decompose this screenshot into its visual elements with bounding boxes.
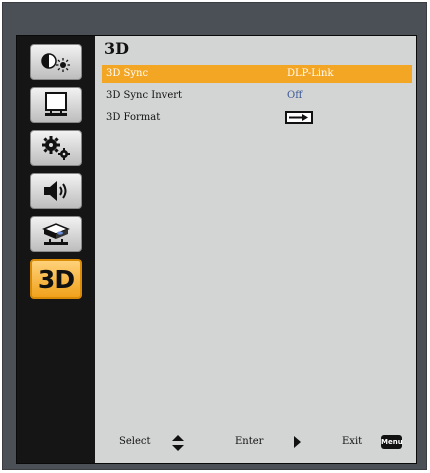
- menu-item-value: DLP-Link: [287, 68, 334, 79]
- tab-3d[interactable]: 3D: [30, 259, 82, 299]
- brightness-icon: [38, 50, 74, 74]
- tab-setup[interactable]: [30, 130, 82, 166]
- enter-hint-label: Enter: [235, 436, 264, 447]
- projector-icon: [40, 220, 72, 248]
- osd-window: 3D 3D 3D Sync DLP-Link 3D Sync Invert Of…: [2, 2, 427, 470]
- display-screen-icon: [41, 91, 71, 119]
- menu-item-3d-sync[interactable]: 3D Sync DLP-Link: [102, 65, 412, 83]
- menu-item-3d-sync-invert[interactable]: 3D Sync Invert Off: [102, 87, 412, 105]
- osd-menu: 3D 3D 3D Sync DLP-Link 3D Sync Invert Of…: [16, 35, 417, 464]
- page-title: 3D: [104, 39, 130, 58]
- tab-audio[interactable]: [30, 173, 82, 209]
- footer-hints: Select Enter Exit Menu: [95, 434, 416, 452]
- menu-item-label: 3D Sync: [106, 68, 149, 79]
- speaker-icon: [40, 178, 72, 204]
- play-arrow-icon: [293, 435, 302, 452]
- select-hint-label: Select: [119, 436, 151, 447]
- sidebar: 3D: [17, 36, 95, 463]
- menu-key-icon: Menu: [381, 435, 403, 449]
- tab-image[interactable]: [30, 44, 82, 80]
- menu-item-label: 3D Format: [106, 112, 161, 123]
- up-down-arrows-icon: [171, 434, 185, 455]
- menu-item-label: 3D Sync Invert: [106, 90, 183, 101]
- menu-item-3d-format[interactable]: 3D Format: [102, 109, 412, 127]
- exit-hint-label: Exit: [342, 436, 363, 447]
- gears-icon: [39, 134, 73, 162]
- tab-options[interactable]: [30, 216, 82, 252]
- arrow-right-icon: [285, 111, 313, 124]
- tab-3d-label: 3D: [37, 264, 75, 294]
- tab-display[interactable]: [30, 87, 82, 123]
- settings-panel: 3D 3D Sync DLP-Link 3D Sync Invert Off 3…: [95, 36, 416, 463]
- menu-item-value: Off: [287, 90, 303, 101]
